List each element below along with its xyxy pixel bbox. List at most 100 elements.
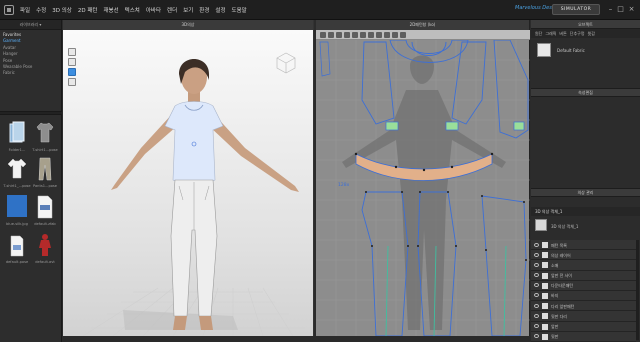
minimize-icon[interactable]: – <box>606 4 615 14</box>
garment-object-header[interactable]: 3D 의상 객체_1 <box>531 207 640 216</box>
tab-buttonhole[interactable]: 단추구멍 <box>570 31 585 36</box>
layer-row[interactable]: 앞판 전 사이 <box>531 270 636 281</box>
library-divider[interactable] <box>0 111 62 115</box>
layer-label: 앞판 <box>551 324 559 329</box>
avatar-tool-icon[interactable] <box>68 78 76 86</box>
hem-piece-left[interactable] <box>385 121 399 131</box>
menu-sewing[interactable]: 재봉선 <box>103 6 118 14</box>
layer-scrollbar[interactable] <box>636 240 639 340</box>
property-editor-header[interactable]: 속성편집 <box>531 88 640 97</box>
pose-file-icon <box>10 235 24 257</box>
garment-manager-header[interactable]: 의상 관리 <box>531 188 640 197</box>
menu-avatar[interactable]: 아바타 <box>146 6 161 14</box>
library-file[interactable]: Pants1...pose <box>31 156 59 192</box>
pants-seam-lines <box>385 245 507 336</box>
layer-row[interactable]: 소매 <box>531 260 636 271</box>
circle-tool-icon[interactable] <box>352 32 358 38</box>
library-file[interactable]: default.avt <box>31 232 59 268</box>
avatar-silhouette-tool-icon[interactable] <box>400 32 406 38</box>
fabric-file-icon <box>37 195 53 219</box>
texture-tool-icon[interactable] <box>392 32 398 38</box>
eye-icon[interactable] <box>534 252 539 257</box>
tab-graphic[interactable]: 그래픽 <box>545 31 556 36</box>
fabric-list-item[interactable]: Default Fabric <box>535 41 636 61</box>
eye-icon[interactable] <box>534 273 539 278</box>
right-foot <box>199 316 213 330</box>
layer-row[interactable]: 뒷판 다리 <box>531 311 636 322</box>
library-file[interactable]: default.pose <box>3 232 31 268</box>
move-tool-icon[interactable] <box>68 58 76 66</box>
select-tool-icon[interactable] <box>68 48 76 56</box>
rectangle-tool-icon[interactable] <box>344 32 350 38</box>
eye-icon[interactable] <box>534 313 539 318</box>
free-sewing-tool-icon[interactable] <box>376 32 382 38</box>
library-header[interactable]: 라이브러리 ▾ <box>0 20 61 30</box>
menu-settings[interactable]: 설정 <box>215 6 225 14</box>
bodice-front-right-pattern[interactable] <box>451 41 487 125</box>
hem-piece-right[interactable] <box>445 121 459 131</box>
transform-tool-icon[interactable] <box>320 32 326 38</box>
menu-view[interactable]: 보기 <box>183 6 193 14</box>
menu-help[interactable]: 도움말 <box>232 6 247 14</box>
library-item-fabric[interactable]: Fabric <box>3 70 58 76</box>
eye-icon[interactable] <box>534 303 539 308</box>
tab-topstitch[interactable]: 윗감 <box>588 31 595 36</box>
hem-piece-back[interactable] <box>513 121 525 131</box>
pattern-points <box>365 191 527 261</box>
eye-icon[interactable] <box>534 262 539 267</box>
layer-row[interactable]: 다운타운패턴 <box>531 280 636 291</box>
edit-point-tool-icon[interactable] <box>328 32 334 38</box>
tab-fabric[interactable]: 원단 <box>535 31 542 36</box>
menu-file[interactable]: 파일 <box>20 6 30 14</box>
layer-row[interactable]: 앞판 <box>531 321 636 332</box>
tab-button[interactable]: 버튼 <box>559 31 566 36</box>
layer-list: 패턴 목록 의상 레이어 소매 앞판 전 사이 다운타운패턴 바지 다리 앞판패… <box>531 240 636 342</box>
object-tabs: 원단 그래픽 버튼 단추구멍 윗감 <box>531 29 640 38</box>
menu-render[interactable]: 렌더 <box>167 6 177 14</box>
layer-swatch <box>542 323 548 330</box>
layer-row[interactable]: 뒷판 <box>531 331 636 342</box>
library-tree: Favorites Garment Avatar Hanger Pose Wea… <box>0 30 61 79</box>
pattern-canvas[interactable]: 128x <box>316 40 530 336</box>
library-file[interactable]: blue-silk.jpg <box>3 194 31 230</box>
layer-swatch <box>542 313 548 320</box>
simulator-button[interactable]: SIMULATOR <box>552 4 600 15</box>
menu-environment[interactable]: 환경 <box>199 6 209 14</box>
library-file[interactable]: T-shirt1...pose <box>31 120 59 156</box>
app-logo-icon[interactable] <box>4 5 14 15</box>
library-file[interactable]: T-shirt1_...pose <box>3 156 31 192</box>
menu-3d-garment[interactable]: 3D 의상 <box>52 6 72 14</box>
layer-row[interactable]: 다리 앞판패턴 <box>531 301 636 312</box>
library-file[interactable]: default.zfab <box>31 194 59 230</box>
bodice-front-left-pattern[interactable] <box>361 41 395 125</box>
library-file[interactable]: Folder1... <box>3 120 31 156</box>
eye-icon[interactable] <box>534 334 539 339</box>
layer-label: 다운타운패턴 <box>551 283 574 289</box>
pin-tool-icon[interactable] <box>68 68 76 76</box>
layer-row[interactable]: 패턴 목록 <box>531 240 636 251</box>
eye-icon[interactable] <box>534 324 539 328</box>
pants-front-left-pattern[interactable] <box>361 191 409 336</box>
layer-row[interactable]: 의상 레이어 <box>531 250 636 261</box>
menu-edit[interactable]: 수정 <box>36 6 46 14</box>
eye-icon[interactable] <box>534 242 539 247</box>
blouse[interactable] <box>164 101 224 185</box>
file-name: Pants1...pose <box>32 184 58 188</box>
maximize-icon[interactable]: □ <box>616 4 625 14</box>
eye-icon[interactable] <box>534 283 539 288</box>
file-name: Folder1... <box>8 148 26 152</box>
polygon-tool-icon[interactable] <box>336 32 342 38</box>
2d-pattern-window[interactable]: 2D패턴창 (ko) 128x <box>316 20 530 336</box>
close-icon[interactable]: × <box>627 4 636 14</box>
pants-back-pattern[interactable] <box>481 195 527 336</box>
side-panel-pattern[interactable] <box>319 41 331 77</box>
internal-line-tool-icon[interactable] <box>360 32 366 38</box>
fold-tool-icon[interactable] <box>384 32 390 38</box>
layer-row[interactable]: 바지 <box>531 290 636 302</box>
sewing-tool-icon[interactable] <box>368 32 374 38</box>
view-cube-icon[interactable] <box>273 50 299 76</box>
eye-icon[interactable] <box>534 293 539 298</box>
menu-texture[interactable]: 텍스쳐 <box>125 6 140 14</box>
3d-garment-window[interactable]: 3D의상 <box>63 20 314 336</box>
menu-2d-pattern[interactable]: 2D 패턴 <box>78 6 98 14</box>
